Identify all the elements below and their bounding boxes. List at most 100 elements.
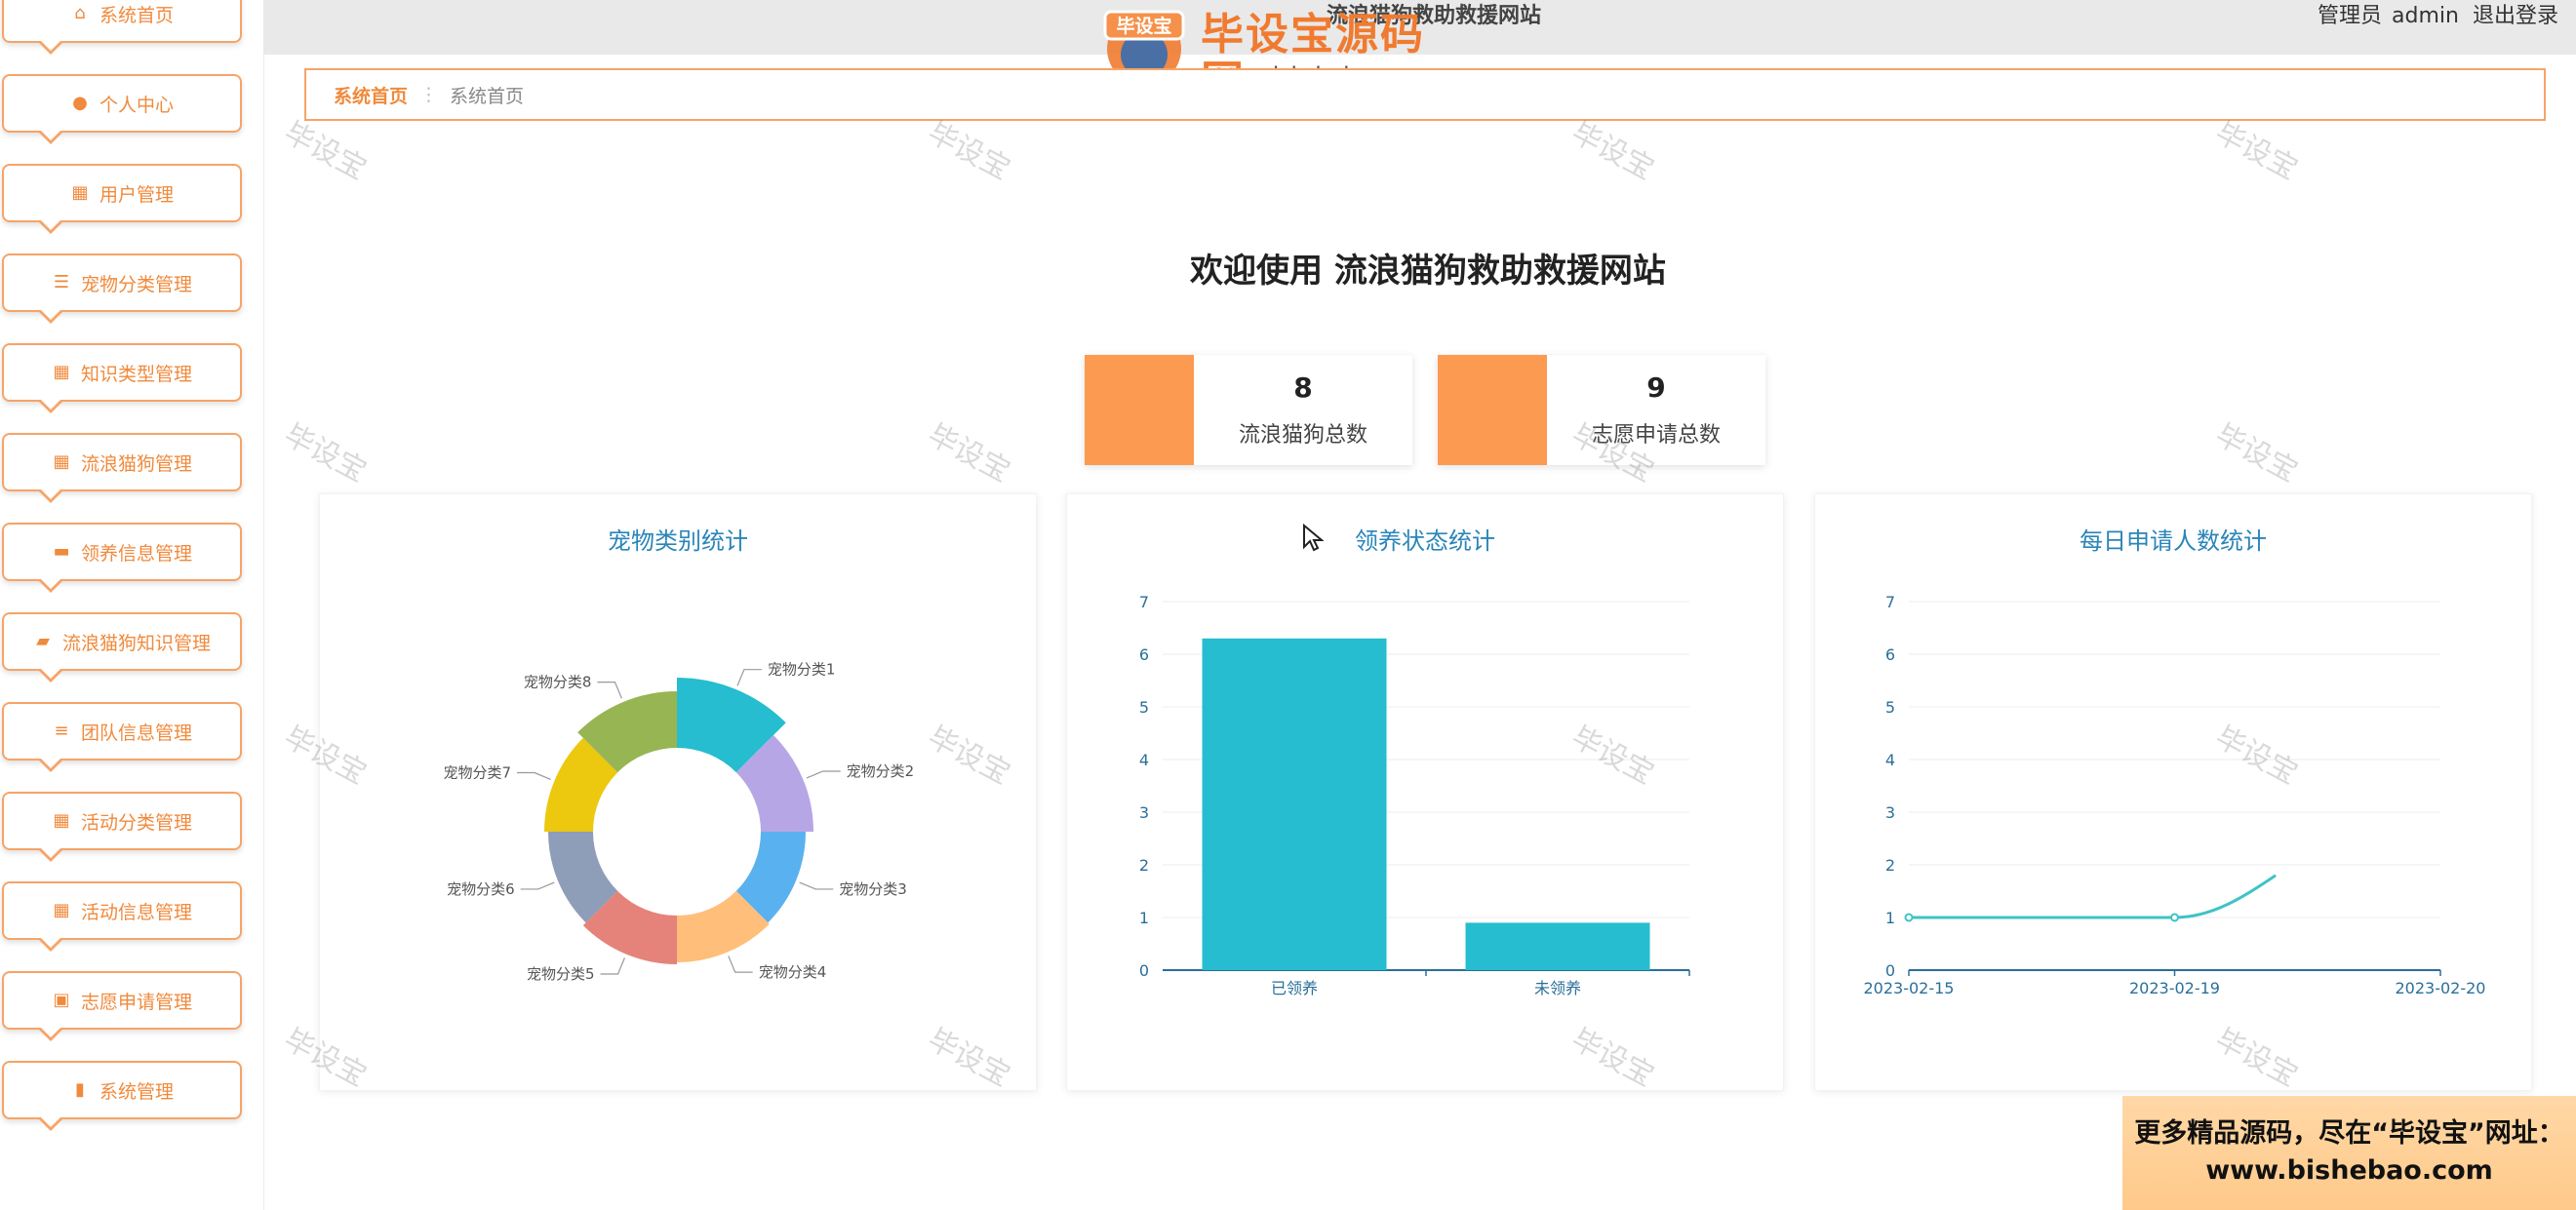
sidebar-item[interactable]: ▦ 用户管理: [2, 164, 242, 234]
breadcrumb: 系统首页 ⋮ 系统首页: [304, 68, 2546, 121]
pie-slice-label: 宠物分类3: [839, 880, 907, 898]
promo-line-2: www.bishebao.com: [2205, 1155, 2493, 1186]
sidebar-item-label: 知识类型管理: [80, 363, 192, 385]
pie-slice-label: 宠物分类8: [524, 674, 592, 691]
pie-label-line: [600, 957, 625, 975]
y-tick-label: 1: [1885, 909, 1895, 927]
sidebar-item[interactable]: ● 个人中心: [2, 74, 242, 144]
welcome-prefix: 欢迎使用: [1190, 252, 1323, 291]
y-tick-label: 5: [1885, 698, 1895, 717]
bar[interactable]: [1202, 638, 1387, 970]
sidebar-item-label: 宠物分类管理: [80, 273, 192, 295]
y-tick-label: 2: [1139, 856, 1149, 875]
bar[interactable]: [1465, 922, 1650, 970]
user-icon: ●: [72, 93, 88, 113]
watermark-text: 毕设宝: [278, 417, 373, 489]
promo-line-1: 更多精品源码，尽在“毕设宝”网址：: [2134, 1118, 2564, 1149]
breadcrumb-home[interactable]: 系统首页: [334, 82, 408, 108]
stat-color-block: [1438, 355, 1547, 465]
sidebar-item-label: 流浪猫狗知识管理: [61, 632, 211, 654]
pie-slice-label: 宠物分类7: [443, 764, 511, 782]
pie-label-line: [520, 881, 555, 890]
breadcrumb-separator: ⋮: [419, 84, 439, 105]
bar-chart-icon: ▮: [75, 1079, 85, 1100]
sidebar-item[interactable]: ≡ 团队信息管理: [2, 702, 242, 772]
chart-title: 每日申请人数统计: [2080, 527, 2267, 555]
daily-applications-chart-panel: 0 1 2 3 4 5 6 7 2023-02-15 2023-02-19 2023-02-20 每…: [1814, 493, 2532, 1091]
grid-icon: ▦: [53, 362, 70, 382]
chart-title: 领养状态统计: [1355, 527, 1495, 555]
pie-slice-label: 宠物分类5: [527, 965, 595, 983]
x-tick-label: 2023-02-15: [1864, 979, 1955, 997]
logo-badge-text: 毕设宝: [1116, 15, 1171, 37]
pie-label-line: [736, 669, 762, 686]
y-tick-label: 7: [1139, 593, 1149, 611]
sidebar-item[interactable]: ▦ 流浪猫狗管理: [2, 433, 242, 503]
y-tick-label: 3: [1885, 803, 1895, 822]
data-point[interactable]: [2170, 913, 2179, 922]
mouse-cursor-icon: [1303, 524, 1324, 552]
pie-label-line: [597, 682, 622, 699]
pie-label-line: [806, 770, 841, 779]
y-tick-label: 0: [1139, 961, 1149, 980]
y-tick-label: 4: [1139, 751, 1149, 769]
sidebar-item[interactable]: ☰ 宠物分类管理: [2, 254, 242, 324]
sidebar-item[interactable]: ▦ 活动分类管理: [2, 792, 242, 862]
pie-label-line: [728, 956, 753, 973]
stat-value: 8: [1293, 371, 1313, 404]
stat-value: 9: [1646, 371, 1666, 404]
sidebar-item[interactable]: ▰ 流浪猫狗知识管理: [2, 612, 242, 683]
sidebar-item-label: 领养信息管理: [80, 542, 192, 565]
sidebar-item-label: 流浪猫狗管理: [80, 452, 192, 475]
data-point[interactable]: [1904, 913, 1914, 922]
sidebar-item-label: 活动分类管理: [80, 811, 192, 834]
series-line: [1909, 874, 2277, 919]
sidebar-item[interactable]: ▦ 知识类型管理: [2, 343, 242, 413]
promo-banner[interactable]: 更多精品源码，尽在“毕设宝”网址： www.bishebao.com: [2122, 1096, 2576, 1210]
home-icon: ⌂: [74, 3, 86, 23]
y-tick-label: 3: [1139, 803, 1149, 822]
x-tick-label: 已领养: [1271, 979, 1318, 997]
grid-icon: ▦: [53, 451, 70, 472]
watermark-text: 毕设宝: [2209, 417, 2304, 489]
y-tick-label: 1: [1139, 909, 1149, 927]
stat-card-animals: 8 流浪猫狗总数: [1085, 355, 1412, 465]
logout-link[interactable]: 退出登录: [2473, 4, 2558, 28]
sidebar-item-label: 志愿申请管理: [80, 991, 192, 1013]
sidebar-item-label: 活动信息管理: [80, 901, 192, 923]
stat-card-volunteers: 9 志愿申请总数: [1438, 355, 1765, 465]
y-tick-label: 6: [1139, 645, 1149, 664]
sidebar-item-label: 系统首页: [99, 4, 174, 26]
folder-icon: ▰: [36, 631, 50, 651]
sidebar-item-label: 用户管理: [99, 183, 174, 206]
chart-title: 宠物类别统计: [608, 527, 748, 555]
y-tick-label: 7: [1885, 593, 1895, 611]
daily-applications-line-chart: 0 1 2 3 4 5 6 7 2023-02-15 2023-02-19 2023-02-20: [1864, 593, 2486, 997]
y-tick-label: 5: [1139, 698, 1149, 717]
pie-slice-label: 宠物分类1: [768, 661, 836, 679]
x-tick-label: 未领养: [1534, 979, 1581, 997]
ticket-icon: ▬: [53, 541, 70, 562]
pie-slice-label: 宠物分类6: [447, 880, 515, 898]
x-tick-label: 2023-02-20: [2396, 979, 2486, 997]
user-area: 管理员 admin 退出登录: [2304, 0, 2558, 33]
sidebar-item[interactable]: ▣ 志愿申请管理: [2, 971, 242, 1041]
pie-slice-label: 宠物分类4: [759, 963, 827, 981]
sidebar: ⌂ 系统首页 ● 个人中心 ▦ 用户管理 ☰ 宠物分类管理 ▦ 知识类型管理 ▦ 流浪猫狗管理 ▬ 领养信…: [0, 0, 264, 1210]
y-tick-label: 4: [1885, 751, 1895, 769]
sidebar-item-label: 系统管理: [99, 1080, 174, 1103]
sidebar-item[interactable]: ⌂ 系统首页: [2, 0, 242, 55]
pie-label-line: [799, 881, 834, 890]
clipboard-icon: ▣: [53, 990, 70, 1010]
pie-slice-label: 宠物分类2: [847, 762, 915, 780]
pet-category-chart-panel: 宠物分类1 宠物分类2 宠物分类3 宠物分类4 宠物分类5 宠物分类6 宠物分类7 宠物分类8…: [319, 493, 1037, 1091]
pie-label-line: [517, 771, 551, 780]
x-tick-label: 2023-02-19: [2129, 979, 2220, 997]
sidebar-item[interactable]: ▦ 活动信息管理: [2, 881, 242, 952]
y-tick-label: 6: [1885, 645, 1895, 664]
sidebar-item[interactable]: ▮ 系统管理: [2, 1061, 242, 1131]
welcome-site-name: 流浪猫狗救助救援网站: [1333, 252, 1666, 291]
grid-icon: ▦: [53, 810, 70, 831]
sliders-icon: ≡: [54, 721, 69, 741]
sidebar-item[interactable]: ▬ 领养信息管理: [2, 523, 242, 593]
